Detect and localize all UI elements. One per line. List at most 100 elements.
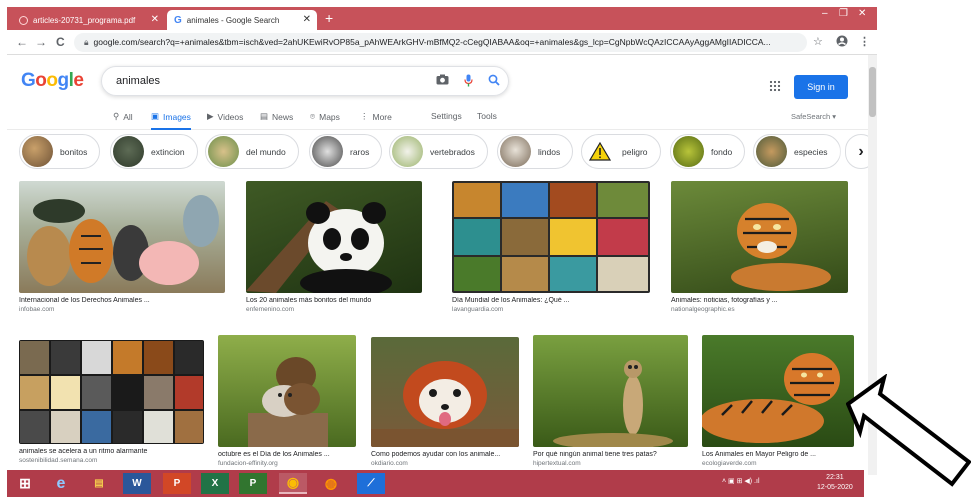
tab-images[interactable]: ▣ Images [151, 111, 191, 130]
result-thumbnail [19, 181, 225, 293]
tab-label: articles-20731_programa.pdf [33, 15, 136, 25]
result-source: hipertextual.com [533, 460, 581, 467]
result-thumbnail [452, 181, 650, 293]
tab-google-search[interactable]: G animales - Google Search ✕ [167, 10, 317, 30]
scrollbar-thumb[interactable] [869, 67, 876, 117]
tab-tools[interactable]: Tools [477, 111, 497, 121]
tab-more[interactable]: ⋮ More [360, 111, 392, 122]
image-result[interactable]: Animales: noticias, fotografías y ... na… [671, 181, 848, 313]
result-thumbnail [19, 340, 204, 444]
reload-button[interactable]: C [56, 35, 65, 49]
tab-label: Settings [431, 111, 462, 121]
word-icon[interactable]: W [123, 473, 151, 494]
image-result[interactable]: animales se acelera a un ritmo alarmante… [19, 340, 204, 464]
minimize-button[interactable]: – [822, 8, 828, 19]
chip-especies[interactable]: especies [753, 134, 841, 169]
result-thumbnail [371, 337, 519, 447]
warning-sign-icon [584, 136, 615, 167]
chip-thumbnail [756, 136, 787, 167]
chip-label: bonitos [60, 146, 88, 157]
chrome-icon[interactable]: ◉ [279, 473, 307, 494]
powerpoint-icon[interactable]: P [163, 473, 191, 494]
chip-extincion[interactable]: extincion [110, 134, 198, 169]
chip-bonitos[interactable]: bonitos [19, 134, 101, 169]
play-icon: ▶ [207, 111, 214, 121]
back-button[interactable]: ← [16, 35, 28, 49]
result-thumbnail [533, 335, 688, 447]
address-bar[interactable]: 🔒︎ google.com/search?q=+animales&tbm=isch… [74, 33, 807, 52]
image-result[interactable]: Por qué ningún animal tiene tres patas? … [533, 335, 688, 467]
chip-label: especies [794, 146, 828, 157]
no-entry-icon [19, 15, 28, 25]
taskbar-clock[interactable]: 22:31 12-05-2020 [817, 473, 853, 493]
result-source: enfemenino.com [246, 306, 295, 313]
close-icon[interactable]: ✕ [303, 14, 311, 25]
sign-in-button[interactable]: Sign in [794, 75, 848, 99]
file-explorer-icon[interactable]: ▤ [85, 473, 113, 494]
google-favicon-icon: G [174, 14, 182, 26]
result-title: Internacional de los Derechos Animales .… [19, 297, 150, 304]
search-box[interactable]: animales [101, 66, 509, 96]
image-result[interactable]: Como podemos ayudar con los animale... o… [371, 337, 519, 467]
search-icon[interactable] [488, 74, 500, 89]
microphone-icon[interactable] [464, 74, 473, 90]
tab-maps[interactable]: ⌾ Maps [310, 111, 340, 122]
browser-menu-icon[interactable]: ⋮ [859, 35, 870, 48]
safesearch-toggle[interactable]: SafeSearch ▾ [791, 112, 836, 121]
chip-lindos[interactable]: lindos [497, 134, 574, 169]
internet-explorer-icon[interactable]: e [47, 473, 75, 494]
tab-settings[interactable]: Settings [431, 111, 462, 121]
annotation-arrow-icon [846, 374, 971, 487]
chip-thumbnail [500, 136, 531, 167]
search-tabs: ⚲ All ▣ Images ▶ Videos ▤ News ⌾ Maps ⋮ More S… [7, 104, 877, 130]
app-icon[interactable]: ⟋ [357, 473, 385, 494]
google-apps-icon[interactable] [769, 80, 781, 92]
close-window-button[interactable]: ✕ [858, 8, 866, 19]
bookmark-star-icon[interactable]: ☆ [813, 35, 823, 48]
result-title: animales se acelera a un ritmo alarmante [19, 448, 148, 455]
chip-peligro[interactable]: peligro [581, 134, 661, 169]
search-input[interactable]: animales [116, 75, 160, 87]
result-title: octubre es el Día de los Animales ... [218, 451, 330, 458]
tab-videos[interactable]: ▶ Videos [207, 111, 243, 122]
image-result[interactable]: Los Animales en Mayor Peligro de ... eco… [702, 335, 854, 467]
system-tray-icons[interactable]: ˄ ▣ ⊞ ◀) .ıl [722, 477, 760, 485]
project-icon[interactable]: P [239, 473, 267, 494]
close-icon[interactable]: ✕ [151, 14, 159, 25]
result-title: Los Animales en Mayor Peligro de ... [702, 451, 817, 458]
image-result[interactable]: octubre es el Día de los Animales ... fu… [218, 335, 356, 467]
image-result[interactable]: Internacional de los Derechos Animales .… [19, 181, 225, 313]
result-source: ecologiaverde.com [702, 460, 757, 467]
tab-pdf[interactable]: articles-20731_programa.pdf ✕ [13, 10, 165, 30]
chip-label: del mundo [246, 146, 286, 157]
chip-del-mundo[interactable]: del mundo [205, 134, 299, 169]
camera-icon[interactable] [436, 74, 449, 88]
firefox-icon[interactable]: ◍ [317, 473, 345, 494]
image-result[interactable]: Los 20 animales más bonitos del mundo en… [246, 181, 422, 313]
tab-label: News [272, 111, 294, 122]
result-title: Animales: noticias, fotografías y ... [671, 297, 778, 304]
restore-button[interactable]: ❐ [839, 8, 848, 19]
logo-letter: G [21, 70, 36, 91]
browser-window: articles-20731_programa.pdf ✕ G animales… [7, 7, 877, 497]
chip-label: raros [350, 146, 370, 157]
windows-start-icon[interactable]: ⊞ [11, 473, 39, 494]
result-title: Día Mundial de los Animales: ¿Qué ... [452, 297, 570, 304]
chip-fondo[interactable]: fondo [670, 134, 746, 169]
excel-icon[interactable]: X [201, 473, 229, 494]
chip-vertebrados[interactable]: vertebrados [389, 134, 488, 169]
chip-raros[interactable]: raros [309, 134, 383, 169]
profile-icon[interactable] [836, 35, 848, 50]
tab-news[interactable]: ▤ News [260, 111, 293, 122]
forward-button[interactable]: → [35, 35, 47, 49]
google-logo[interactable]: Google [21, 70, 84, 92]
lock-icon: 🔒︎ [84, 37, 89, 47]
result-source: infobae.com [19, 306, 55, 313]
new-tab-button[interactable]: + [325, 10, 333, 26]
tab-label: animales - Google Search [186, 15, 280, 25]
chip-thumbnail [113, 136, 144, 167]
chip-label: peligro [622, 146, 648, 157]
image-result[interactable]: Día Mundial de los Animales: ¿Qué ... la… [452, 181, 650, 313]
chip-label: vertebrados [430, 146, 475, 157]
tab-all[interactable]: ⚲ All [113, 111, 133, 122]
